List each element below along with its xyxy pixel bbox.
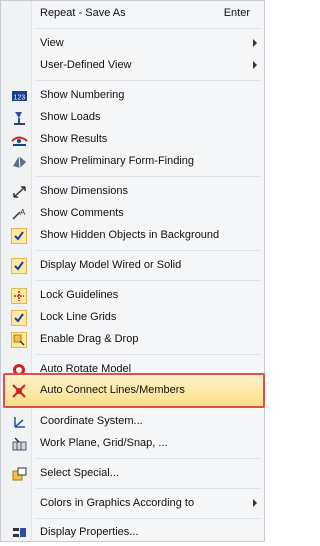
checkmark-icon [11,310,27,326]
menu-item-label: Lock Line Grids [40,311,117,323]
menu-item-show-preliminary-form-finding[interactable]: Show Preliminary Form-Finding [1,151,264,173]
submenu-arrow-icon [253,61,257,69]
menu-item-show-numbering[interactable]: 123 Show Numbering [1,85,264,107]
context-menu: Repeat - Save As Enter View User-Defined… [0,0,265,542]
menu-item-enable-drag-drop[interactable]: Enable Drag & Drop [1,329,264,351]
menu-item-colors-in-graphics[interactable]: Colors in Graphics According to [1,493,264,515]
menu-item-lock-guidelines[interactable]: Lock Guidelines [1,285,264,307]
menu-item-lock-line-grids[interactable]: Lock Line Grids [1,307,264,329]
separator [35,176,261,177]
separator [35,458,261,459]
form-finding-icon [11,154,28,170]
menu-item-view[interactable]: View [1,33,264,55]
menu-item-show-loads[interactable]: Show Loads [1,107,264,129]
menu-item-show-comments[interactable]: A Show Comments [1,203,264,225]
checkmark-icon [11,258,27,274]
separator [35,280,261,281]
menu-item-display-properties[interactable]: Display Properties... [1,522,264,544]
dimensions-icon [11,184,28,200]
menu-item-user-defined-view[interactable]: User-Defined View [1,55,264,77]
menu-item-display-model-wired-or-solid[interactable]: Display Model Wired or Solid [1,255,264,277]
numbering-icon: 123 [11,88,28,104]
coordinate-system-icon [11,414,28,430]
menu-item-label: View [40,37,64,49]
menu-item-label: Lock Guidelines [40,289,119,301]
separator [35,354,261,355]
menu-item-show-dimensions[interactable]: Show Dimensions [1,181,264,203]
svg-text:A: A [20,208,26,217]
svg-text:123: 123 [14,95,26,102]
loads-icon [11,110,28,126]
menu-item-label: Show Dimensions [40,185,129,197]
menu-item-show-results[interactable]: Show Results [1,129,264,151]
shortcut-label: Enter [223,7,250,19]
submenu-arrow-icon [253,39,257,47]
separator [35,80,261,81]
menu-item-show-hidden-objects[interactable]: Show Hidden Objects in Background [1,225,264,247]
menu-item-label: Show Loads [40,111,101,123]
separator [35,488,261,489]
work-plane-icon [11,436,28,452]
separator [35,518,261,519]
menu-item-label: Repeat - Save As [40,7,126,19]
menu-item-repeat-save-as[interactable]: Repeat - Save As Enter [1,3,264,25]
menu-item-label: Colors in Graphics According to [40,497,195,509]
menu-item-work-plane-grid-snap[interactable]: Work Plane, Grid/Snap, ... [1,433,264,455]
menu-item-label: Select Special... [40,467,119,479]
drag-drop-icon [11,332,27,348]
menu-item-select-special[interactable]: Select Special... [1,463,264,485]
select-special-icon [11,466,28,482]
menu-item-label: Display Properties... [40,526,139,538]
menu-item-label: Show Results [40,133,108,145]
menu-item-label: Display Model Wired or Solid [40,259,182,271]
results-icon [11,132,28,148]
comments-icon: A [11,206,28,222]
menu-item-label: Auto Connect Lines/Members [40,384,185,396]
menu-item-coordinate-system[interactable]: Coordinate System... [1,411,264,433]
menu-item-label: User-Defined View [40,59,132,71]
menu-item-auto-connect-lines-members[interactable]: Auto Connect Lines/Members [1,380,264,402]
separator [35,28,261,29]
menu-item-label: Show Preliminary Form-Finding [40,155,195,167]
menu-item-label: Coordinate System... [40,415,143,427]
menu-item-label: Show Hidden Objects in Background [40,229,220,241]
separator [35,250,261,251]
menu-item-label: Work Plane, Grid/Snap, ... [40,437,168,449]
menu-item-label: Enable Drag & Drop [40,333,139,345]
display-properties-icon [11,525,28,541]
auto-connect-icon [11,383,28,399]
menu-item-label: Show Comments [40,207,124,219]
submenu-arrow-icon [253,499,257,507]
menu-item-label: Show Numbering [40,89,125,101]
lock-guidelines-icon [11,288,27,304]
checkmark-icon [11,228,27,244]
